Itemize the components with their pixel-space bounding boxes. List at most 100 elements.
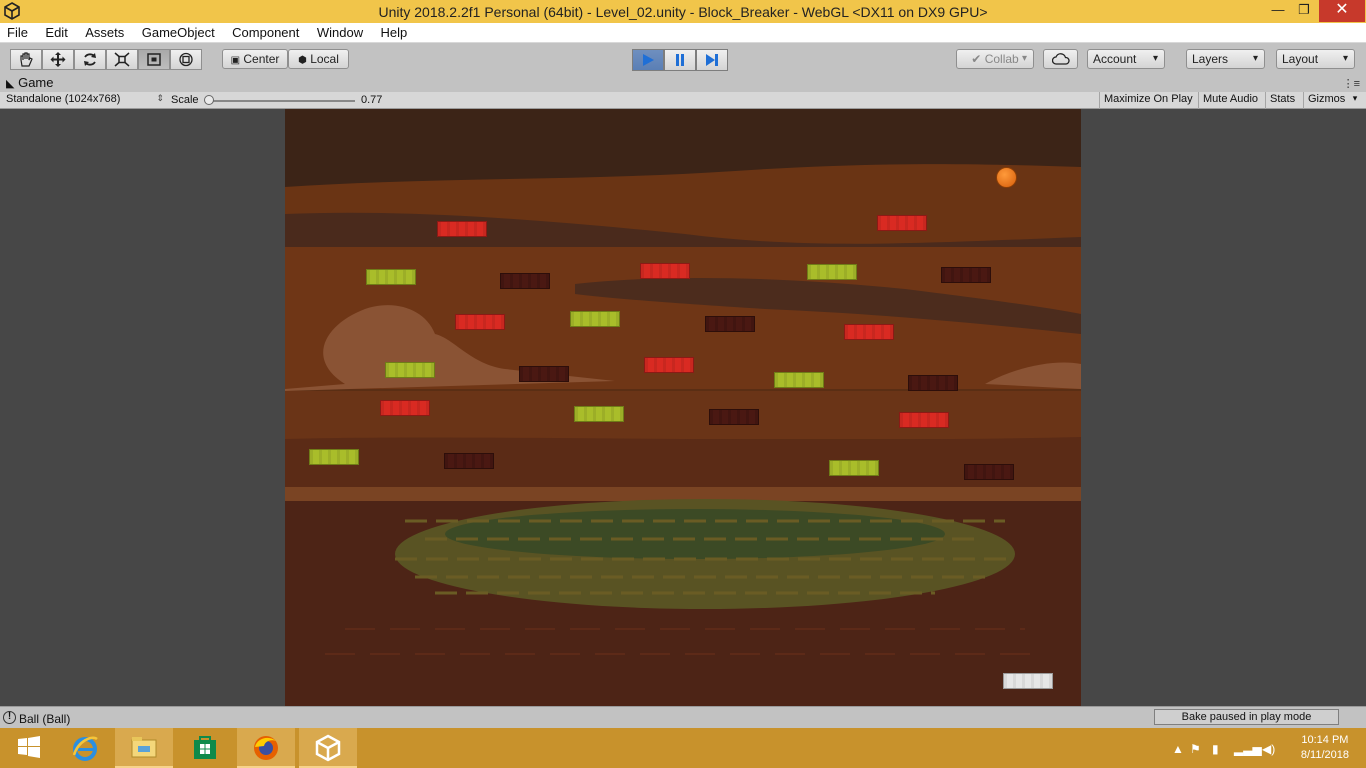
show-hidden-icons-icon[interactable]: ▲ (1172, 742, 1184, 756)
dark-block (941, 267, 991, 283)
account-label: Account (1093, 52, 1137, 66)
maximize-on-play-toggle[interactable]: Maximize On Play (1099, 92, 1197, 109)
pivot-icon: ▣ (230, 55, 241, 66)
collab-dropdown[interactable]: ✔ Collab (956, 49, 1034, 69)
taskbar-store[interactable] (176, 728, 234, 768)
tab-menu-icon[interactable]: ⋮≡ (1343, 77, 1360, 90)
close-button[interactable]: ✕ (1319, 0, 1365, 22)
stats-toggle[interactable]: Stats (1265, 92, 1299, 109)
scale-slider-track[interactable] (207, 100, 355, 102)
transform-tool-button[interactable] (170, 49, 202, 70)
game-tab-row: ◣ Game ⋮≡ (0, 75, 1366, 92)
menu-component[interactable]: Component (232, 23, 299, 40)
bake-status[interactable]: Bake paused in play mode (1154, 709, 1339, 725)
tab-game[interactable]: ◣ Game (6, 75, 76, 92)
hand-tool-button[interactable] (10, 49, 42, 70)
rotate-icon (84, 53, 96, 66)
red-block (844, 324, 894, 340)
play-controls (632, 49, 729, 71)
game-canvas[interactable] (285, 109, 1081, 706)
chevron-down-icon: ▾ (1352, 93, 1358, 103)
layers-dropdown[interactable]: Layers (1186, 49, 1265, 69)
menu-assets[interactable]: Assets (85, 23, 124, 40)
menu-file[interactable]: File (7, 23, 28, 40)
game-icon: ◣ (6, 78, 15, 90)
start-icon (18, 736, 40, 758)
warning-icon: ! (3, 711, 16, 724)
green-block (309, 449, 359, 465)
taskbar-internet-explorer[interactable] (56, 728, 114, 768)
file-explorer-icon (131, 737, 157, 758)
power-icon[interactable]: ▮ (1212, 742, 1219, 756)
dark-block (500, 273, 550, 289)
close-icon: ✕ (1335, 1, 1349, 18)
taskbar-firefox[interactable] (237, 728, 295, 768)
hand-icon (20, 52, 33, 67)
move-tool-button[interactable] (42, 49, 74, 70)
game-tab-label: Game (18, 75, 54, 90)
green-block (574, 406, 624, 422)
green-block (366, 269, 416, 285)
pause-button[interactable] (664, 49, 696, 71)
green-block (829, 460, 879, 476)
scale-icon (114, 52, 130, 67)
red-block (899, 412, 949, 428)
check-icon: ✔ (971, 52, 982, 66)
store-icon (194, 736, 216, 759)
unity-icon (315, 734, 341, 762)
green-block (570, 311, 620, 327)
scale-slider-thumb[interactable] (204, 95, 214, 105)
main-toolbar: ▣ Center ⬢ Local ✔ Collab Account (0, 44, 1366, 74)
local-label: Local (310, 52, 339, 66)
pivot-local-button[interactable]: ⬢ Local (288, 49, 349, 69)
paddle[interactable] (1003, 673, 1053, 689)
rect-tool-icon (147, 53, 161, 66)
volume-icon[interactable]: ◀) (1262, 742, 1275, 756)
pause-icon (676, 54, 684, 66)
red-block (437, 221, 487, 237)
network-icon[interactable]: ▂▃▅ (1234, 742, 1262, 756)
step-icon (706, 54, 718, 66)
scale-value: 0.77 (361, 94, 383, 106)
collab-label: Collab (984, 52, 1019, 66)
restore-icon: ❐ (1298, 2, 1310, 17)
scale-tool-button[interactable] (106, 49, 138, 70)
window-title: Unity 2018.2.2f1 Personal (64bit) - Leve… (378, 4, 988, 20)
minimize-icon: — (1271, 2, 1285, 17)
menu-window[interactable]: Window (317, 23, 363, 40)
title-bar: Unity 2018.2.2f1 Personal (64bit) - Leve… (0, 0, 1366, 23)
status-message[interactable]: Ball (Ball) (19, 712, 70, 726)
red-block (644, 357, 694, 373)
menu-gameobject[interactable]: GameObject (142, 23, 215, 40)
taskbar-file-explorer[interactable] (115, 728, 173, 768)
menu-edit[interactable]: Edit (45, 23, 67, 40)
move-icon (50, 52, 66, 67)
maximize-button[interactable]: ❐ (1289, 0, 1319, 22)
taskbar-clock[interactable]: 10:14 PM 8/11/2018 (1301, 733, 1349, 763)
red-block (877, 215, 927, 231)
rect-tool-button[interactable] (138, 49, 170, 70)
rotate-tool-button[interactable] (74, 49, 106, 70)
clock-time: 10:14 PM (1301, 734, 1349, 746)
gizmos-dropdown[interactable]: Gizmos ▾ (1303, 92, 1359, 109)
step-button[interactable] (696, 49, 728, 71)
play-button[interactable] (632, 49, 664, 71)
cloud-button[interactable] (1043, 49, 1078, 69)
green-block (807, 264, 857, 280)
red-block (640, 263, 690, 279)
mute-audio-toggle[interactable]: Mute Audio (1198, 92, 1262, 109)
action-center-icon[interactable]: ⚑ (1190, 742, 1201, 756)
taskbar-unity[interactable] (299, 728, 357, 768)
menu-help[interactable]: Help (381, 23, 408, 40)
layout-dropdown[interactable]: Layout (1276, 49, 1355, 69)
resolution-dropdown[interactable]: Standalone (1024x768) (6, 93, 166, 108)
firefox-icon (254, 736, 278, 760)
account-dropdown[interactable]: Account (1087, 49, 1165, 69)
start-button[interactable] (0, 728, 58, 768)
pivot-center-button[interactable]: ▣ Center (222, 49, 288, 69)
red-block (455, 314, 505, 330)
dark-block (908, 375, 958, 391)
dark-block (964, 464, 1014, 480)
layout-label: Layout (1282, 52, 1319, 66)
red-block (380, 400, 430, 416)
